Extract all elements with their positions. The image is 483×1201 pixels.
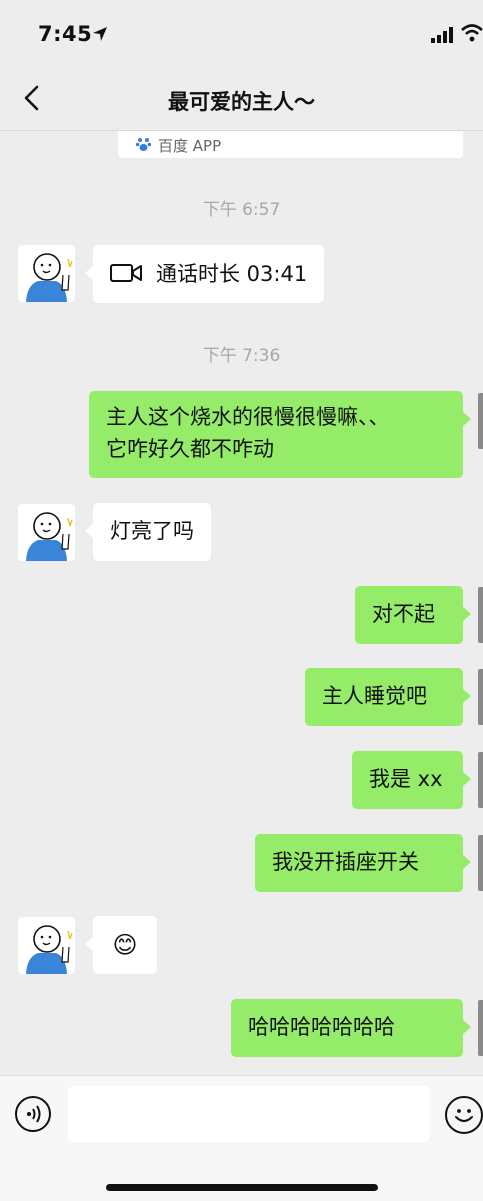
message-text: 哈哈哈哈哈哈哈 — [248, 1015, 395, 1039]
user-avatar[interactable] — [478, 752, 483, 808]
baidu-paw-icon — [136, 138, 151, 151]
location-arrow-icon — [93, 27, 107, 41]
home-indicator — [106, 1184, 378, 1191]
message-bubble-outgoing[interactable]: 哈哈哈哈哈哈哈 — [231, 999, 471, 1057]
message-text: 灯亮了吗 — [110, 519, 194, 543]
status-time: 7:45 — [38, 22, 93, 46]
source-label: 百度 APP — [158, 137, 222, 155]
user-avatar[interactable] — [478, 835, 483, 891]
user-avatar[interactable] — [478, 587, 483, 643]
voice-button[interactable] — [15, 1096, 51, 1132]
message-bubble-outgoing[interactable]: 对不起 — [355, 586, 471, 644]
input-bar — [0, 1075, 483, 1201]
call-record-bubble[interactable]: 通话时长 03:41 — [84, 245, 325, 303]
signal-icon — [431, 27, 453, 43]
user-avatar[interactable] — [478, 1000, 483, 1056]
message-text-line: 主人这个烧水的很慢很慢嘛、、 — [106, 405, 390, 429]
message-bubble-incoming[interactable]: 灯亮了吗 — [85, 503, 211, 561]
contact-avatar[interactable] — [18, 504, 75, 561]
message-bubble-outgoing[interactable]: 主人睡觉吧 — [305, 668, 471, 726]
emoji-icon — [455, 1109, 473, 1122]
status-bar: 7:45 — [0, 0, 483, 62]
wifi-icon — [461, 24, 483, 42]
contact-avatar[interactable] — [18, 917, 75, 974]
message-bubble-outgoing[interactable]: 我是 xx — [352, 751, 471, 809]
smile-emoji-icon: 😊 — [112, 931, 138, 959]
chat-header: 最可爱的主人～ — [0, 62, 483, 131]
user-avatar[interactable] — [478, 393, 483, 449]
message-text: 我是 xx — [369, 767, 443, 791]
message-timestamp: 下午 6:57 — [202, 200, 281, 220]
source-strip[interactable]: 百度 APP — [118, 131, 463, 158]
message-timestamp: 下午 7:36 — [202, 346, 281, 366]
contact-avatar[interactable] — [18, 245, 75, 302]
message-text: 对不起 — [372, 602, 435, 626]
message-bubble-incoming[interactable]: 😊 — [85, 916, 157, 974]
chat-title: 最可爱的主人～ — [168, 90, 315, 114]
message-bubble-outgoing[interactable]: 主人这个烧水的很慢很慢嘛、、 它咋好久都不咋动 — [89, 391, 471, 478]
voice-icon — [27, 1105, 41, 1123]
video-camera-icon — [110, 264, 142, 282]
message-text: 主人睡觉吧 — [322, 684, 427, 708]
message-text: 我没开插座开关 — [272, 850, 419, 874]
message-bubble-outgoing[interactable]: 我没开插座开关 — [255, 834, 471, 892]
message-input[interactable] — [68, 1086, 430, 1142]
emoji-button[interactable] — [445, 1096, 483, 1134]
user-avatar[interactable] — [478, 669, 483, 725]
call-duration-text: 通话时长 03:41 — [156, 262, 308, 286]
message-text-line: 它咋好久都不咋动 — [106, 437, 274, 461]
